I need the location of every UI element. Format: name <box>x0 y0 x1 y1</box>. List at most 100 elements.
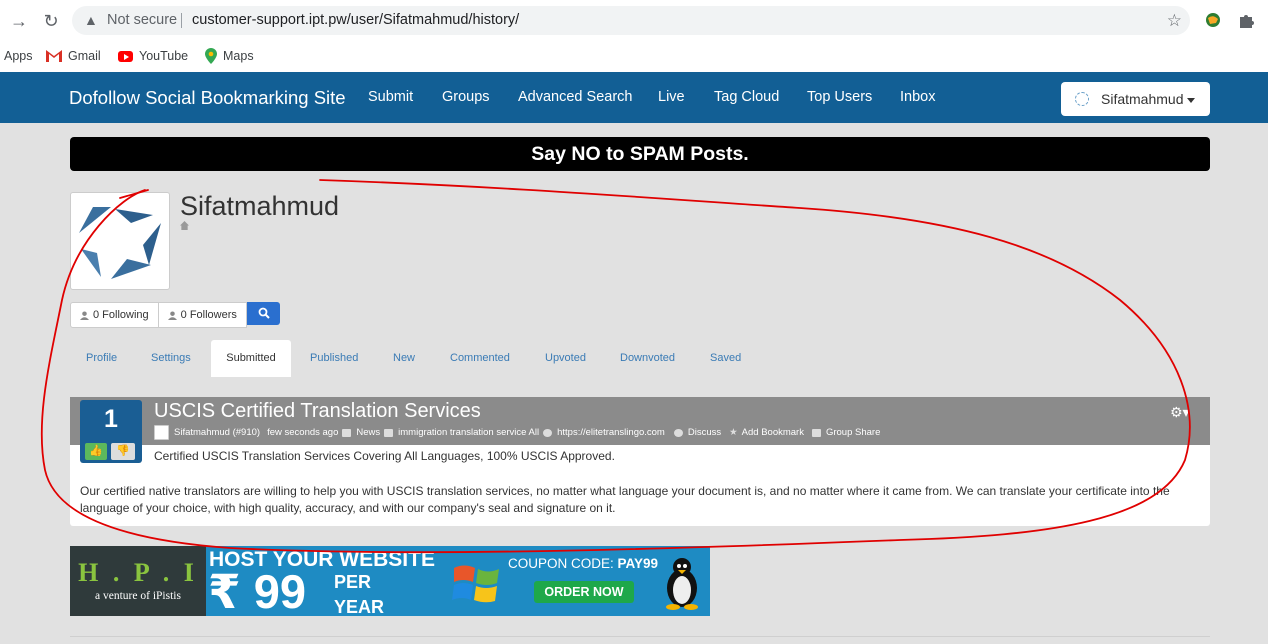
tab-published[interactable]: Published <box>310 352 358 364</box>
site-brand[interactable]: Dofollow Social Bookmarking Site <box>69 87 346 109</box>
story-subtitle: Certified USCIS Translation Services Cov… <box>154 449 615 463</box>
ad-order-button[interactable]: ORDER NOW <box>534 581 634 603</box>
ad-year: YEAR <box>334 597 385 616</box>
url-text[interactable]: customer-support.ipt.pw/user/Sifatmahmud… <box>192 6 519 35</box>
add-bookmark-link[interactable]: Add Bookmark <box>742 427 804 438</box>
bookmark-label: Gmail <box>68 49 101 63</box>
tab-upvoted[interactable]: Upvoted <box>545 352 586 364</box>
security-label: Not secure <box>107 12 178 28</box>
tab-submitted[interactable]: Submitted <box>211 340 291 377</box>
story-tags[interactable]: immigration translation service All <box>398 427 539 438</box>
forward-icon[interactable]: → <box>8 10 30 32</box>
group-icon <box>811 428 821 437</box>
ad-per: PER <box>334 572 372 592</box>
ad-banner[interactable]: H . P . I a venture of iPistis HOST YOUR… <box>70 546 710 616</box>
nav-groups[interactable]: Groups <box>442 89 490 105</box>
user-menu-button[interactable]: Sifatmahmud <box>1061 82 1210 116</box>
star-icon: ★ <box>729 427 738 438</box>
followers-label: 0 Followers <box>180 309 237 321</box>
following-label: 0 Following <box>93 309 149 321</box>
extension-globe-icon[interactable] <box>1203 10 1223 30</box>
nav-tag-cloud[interactable]: Tag Cloud <box>714 89 779 105</box>
ad-logo: H . P . I a venture of iPistis <box>70 546 206 616</box>
avatar-logo-icon <box>79 207 161 279</box>
bookmark-label: Maps <box>223 49 254 63</box>
story-body: Our certified native translators are wil… <box>80 484 1170 515</box>
tab-saved[interactable]: Saved <box>710 352 741 364</box>
user-avatar <box>1075 92 1089 106</box>
profile-avatar <box>70 192 170 290</box>
following-button[interactable]: 0 Following <box>70 302 159 328</box>
ad-coupon-code: PAY99 <box>617 556 659 571</box>
browser-toolbar: → ↻ ▲ Not secure customer-support.ipt.pw… <box>0 0 1268 40</box>
story-header: USCIS Certified Translation Services Sif… <box>70 397 1210 445</box>
profile-name: Sifatmahmud <box>180 191 340 221</box>
thumbs-down-icon[interactable]: 👎 <box>111 443 135 460</box>
bookmark-label: YouTube <box>139 49 189 63</box>
story-author[interactable]: Sifatmahmud (#910) <box>174 427 260 438</box>
user-icon <box>80 310 89 320</box>
nav-advanced-search[interactable]: Advanced Search <box>518 89 632 105</box>
ad-coupon-label: COUPON CODE: <box>508 556 614 571</box>
bookmark-youtube[interactable]: YouTube <box>118 46 188 66</box>
folder-icon <box>342 428 352 437</box>
group-share-link[interactable]: Group Share <box>826 427 880 438</box>
caret-down-icon <box>1187 97 1196 103</box>
tab-settings[interactable]: Settings <box>151 352 191 364</box>
address-bar[interactable]: ▲ Not secure customer-support.ipt.pw/use… <box>72 6 1190 35</box>
vote-box: 1 👍 👎 <box>80 400 142 463</box>
ad-coupon: COUPON CODE: PAY99 <box>508 556 658 571</box>
tab-downvoted[interactable]: Downvoted <box>620 352 675 364</box>
nav-live[interactable]: Live <box>658 89 685 105</box>
nav-inbox[interactable]: Inbox <box>900 89 935 105</box>
search-button[interactable] <box>246 302 280 325</box>
tab-commented[interactable]: Commented <box>450 352 510 364</box>
story-link[interactable]: https://elitetranslingo.com <box>557 427 665 438</box>
author-avatar <box>154 425 169 440</box>
windows-logo-icon <box>452 565 499 603</box>
tab-new[interactable]: New <box>393 352 415 364</box>
nav-top-users[interactable]: Top Users <box>807 89 872 105</box>
followers-button[interactable]: 0 Followers <box>158 302 247 328</box>
divider <box>70 636 1210 637</box>
site-navbar: Dofollow Social Bookmarking Site Submit … <box>0 72 1268 123</box>
ad-price: ₹ 99 <box>208 565 307 616</box>
gmail-icon <box>46 50 62 62</box>
bookmarks-bar: Apps Gmail YouTube Maps <box>0 40 1268 72</box>
story-time: few seconds ago <box>267 427 339 438</box>
penguin-icon <box>666 558 698 610</box>
spam-warning-banner: Say NO to SPAM Posts. <box>70 137 1210 171</box>
user-menu-label: Sifatmahmud <box>1101 91 1184 107</box>
story-meta: Sifatmahmud (#910) few seconds ago News … <box>154 425 880 440</box>
ad-tagline: a venture of iPistis <box>95 590 181 602</box>
bookmark-maps[interactable]: Maps <box>205 46 254 66</box>
thumbs-up-icon[interactable]: 👍 <box>85 443 107 460</box>
extensions-puzzle-icon[interactable] <box>1236 10 1256 30</box>
user-icon <box>167 310 177 320</box>
tab-profile[interactable]: Profile <box>86 352 117 364</box>
gear-icon[interactable]: ⚙▾ <box>1170 404 1190 421</box>
warning-icon: ▲ <box>84 12 98 28</box>
vote-count: 1 <box>104 405 118 433</box>
youtube-icon <box>118 50 133 62</box>
omnibox-separator <box>181 13 182 28</box>
story-category[interactable]: News <box>356 427 380 438</box>
ad-per-year: PER YEAR <box>334 570 384 616</box>
globe-icon <box>543 428 553 437</box>
follow-button-group: 0 Following 0 Followers <box>70 302 280 328</box>
story-title[interactable]: USCIS Certified Translation Services <box>154 400 481 423</box>
story-item: USCIS Certified Translation Services Sif… <box>70 397 1210 526</box>
nav-submit[interactable]: Submit <box>368 89 413 105</box>
bookmark-gmail[interactable]: Gmail <box>46 46 101 66</box>
bookmark-star-icon[interactable]: ☆ <box>1167 6 1182 35</box>
discuss-link[interactable]: Discuss <box>688 427 721 438</box>
bookmark-apps[interactable]: Apps <box>4 46 33 66</box>
home-icon[interactable] <box>180 221 189 230</box>
maps-pin-icon <box>205 48 217 64</box>
tag-icon <box>384 428 394 437</box>
reload-icon[interactable]: ↻ <box>40 10 62 32</box>
search-icon <box>258 307 270 319</box>
comment-icon <box>673 428 683 437</box>
ad-main: HOST YOUR WEBSITE ₹ 99 PER YEAR COUPON C… <box>206 546 710 616</box>
ad-logo-text: H . P . I <box>78 558 198 587</box>
